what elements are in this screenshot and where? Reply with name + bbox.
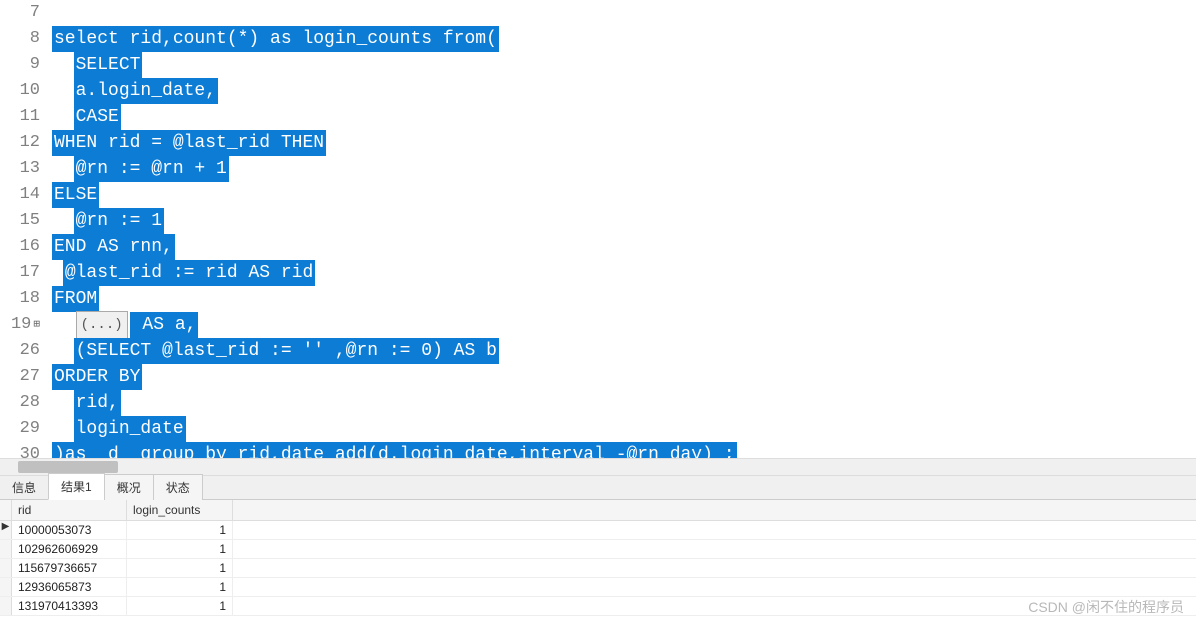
cell-rid[interactable]: 12936065873 bbox=[12, 578, 127, 596]
row-marker bbox=[0, 597, 12, 615]
selected-text: a.login_date, bbox=[74, 78, 218, 104]
code-line[interactable]: FROM bbox=[52, 286, 1196, 312]
code-line[interactable]: ELSE bbox=[52, 182, 1196, 208]
tab-结果1[interactable]: 结果1 bbox=[48, 473, 105, 500]
table-row[interactable]: 1029626069291 bbox=[0, 540, 1196, 559]
code-line[interactable]: @last_rid := rid AS rid bbox=[52, 260, 1196, 286]
results-header-row: rid login_counts bbox=[0, 500, 1196, 521]
fold-toggle-icon[interactable]: ⊞ bbox=[33, 312, 40, 338]
line-number: 14 bbox=[0, 182, 40, 208]
line-number: 26 bbox=[0, 338, 40, 364]
selected-text: @last_rid := rid AS rid bbox=[63, 260, 315, 286]
row-marker bbox=[0, 540, 12, 558]
table-row[interactable]: 129360658731 bbox=[0, 578, 1196, 597]
line-number: 7 bbox=[0, 0, 40, 26]
column-header-login-counts[interactable]: login_counts bbox=[127, 500, 233, 520]
selected-text: FROM bbox=[52, 286, 99, 312]
line-number: 11 bbox=[0, 104, 40, 130]
cell-rid[interactable]: 131970413393 bbox=[12, 597, 127, 615]
code-line[interactable]: WHEN rid = @last_rid THEN bbox=[52, 130, 1196, 156]
line-number: 30 bbox=[0, 442, 40, 458]
code-line[interactable]: (SELECT @last_rid := '' ,@rn := 0) AS b bbox=[52, 338, 1196, 364]
code-line[interactable]: (...) AS a, bbox=[52, 312, 1196, 338]
line-number: 18 bbox=[0, 286, 40, 312]
folded-region[interactable]: (...) bbox=[76, 311, 128, 339]
line-number: 27 bbox=[0, 364, 40, 390]
line-number: 29 bbox=[0, 416, 40, 442]
selected-text: CASE bbox=[74, 104, 121, 130]
results-tab-bar: 信息结果1概况状态 bbox=[0, 476, 1196, 500]
line-number: 10 bbox=[0, 78, 40, 104]
selected-text: WHEN rid = @last_rid THEN bbox=[52, 130, 326, 156]
line-number: 28 bbox=[0, 390, 40, 416]
code-line[interactable]: )as d group by rid,date_add(d.login_date… bbox=[52, 442, 1196, 458]
tab-概况[interactable]: 概况 bbox=[104, 474, 154, 500]
selected-text: @rn := 1 bbox=[74, 208, 164, 234]
selected-text: ORDER BY bbox=[52, 364, 142, 390]
line-number: 13 bbox=[0, 156, 40, 182]
results-body: ▶100000530731102962606929111567973665711… bbox=[0, 521, 1196, 616]
cell-login-counts[interactable]: 1 bbox=[127, 559, 233, 577]
row-marker bbox=[0, 559, 12, 577]
line-number: 12 bbox=[0, 130, 40, 156]
selected-text: select rid,count(*) as login_counts from… bbox=[52, 26, 499, 52]
row-marker-header bbox=[0, 500, 12, 520]
tab-状态[interactable]: 状态 bbox=[153, 474, 203, 500]
line-number: 9 bbox=[0, 52, 40, 78]
cell-rid[interactable]: 102962606929 bbox=[12, 540, 127, 558]
code-line[interactable]: CASE bbox=[52, 104, 1196, 130]
line-number: 16 bbox=[0, 234, 40, 260]
cell-login-counts[interactable]: 1 bbox=[127, 521, 233, 539]
selected-text: SELECT bbox=[74, 52, 143, 78]
table-row[interactable]: 1156797366571 bbox=[0, 559, 1196, 578]
line-number: 19⊞ bbox=[0, 312, 40, 338]
selected-text: END AS rnn, bbox=[52, 234, 175, 260]
code-line[interactable]: END AS rnn, bbox=[52, 234, 1196, 260]
selected-text: login_date bbox=[74, 416, 186, 442]
code-line[interactable]: SELECT bbox=[52, 52, 1196, 78]
cell-rid[interactable]: 115679736657 bbox=[12, 559, 127, 577]
code-area[interactable]: select rid,count(*) as login_counts from… bbox=[48, 0, 1196, 458]
results-grid[interactable]: rid login_counts ▶1000005307311029626069… bbox=[0, 500, 1196, 616]
table-row[interactable]: 1319704133931 bbox=[0, 597, 1196, 616]
tab-信息[interactable]: 信息 bbox=[0, 475, 49, 500]
row-marker bbox=[0, 578, 12, 596]
selected-text: rid, bbox=[74, 390, 121, 416]
code-line[interactable]: @rn := 1 bbox=[52, 208, 1196, 234]
sql-editor[interactable]: 78910111213141516171819⊞262728293031 sel… bbox=[0, 0, 1196, 458]
line-number: 17 bbox=[0, 260, 40, 286]
table-row[interactable]: ▶100000530731 bbox=[0, 521, 1196, 540]
cell-rid[interactable]: 10000053073 bbox=[12, 521, 127, 539]
selected-text: AS a, bbox=[130, 312, 199, 338]
code-line[interactable]: a.login_date, bbox=[52, 78, 1196, 104]
cell-login-counts[interactable]: 1 bbox=[127, 578, 233, 596]
code-line[interactable]: select rid,count(*) as login_counts from… bbox=[52, 26, 1196, 52]
line-number-gutter: 78910111213141516171819⊞262728293031 bbox=[0, 0, 48, 458]
cell-login-counts[interactable]: 1 bbox=[127, 597, 233, 615]
selected-text: @rn := @rn + 1 bbox=[74, 156, 229, 182]
selected-text: )as d group by rid,date_add(d.login_date… bbox=[52, 442, 737, 458]
code-line[interactable]: @rn := @rn + 1 bbox=[52, 156, 1196, 182]
line-number: 15 bbox=[0, 208, 40, 234]
row-marker: ▶ bbox=[0, 521, 12, 539]
line-number: 8 bbox=[0, 26, 40, 52]
selected-text: (SELECT @last_rid := '' ,@rn := 0) AS b bbox=[74, 338, 499, 364]
code-line[interactable]: login_date bbox=[52, 416, 1196, 442]
code-line[interactable]: rid, bbox=[52, 390, 1196, 416]
code-line[interactable] bbox=[52, 0, 1196, 26]
cell-login-counts[interactable]: 1 bbox=[127, 540, 233, 558]
column-header-rid[interactable]: rid bbox=[12, 500, 127, 520]
code-line[interactable]: ORDER BY bbox=[52, 364, 1196, 390]
selected-text: ELSE bbox=[52, 182, 99, 208]
